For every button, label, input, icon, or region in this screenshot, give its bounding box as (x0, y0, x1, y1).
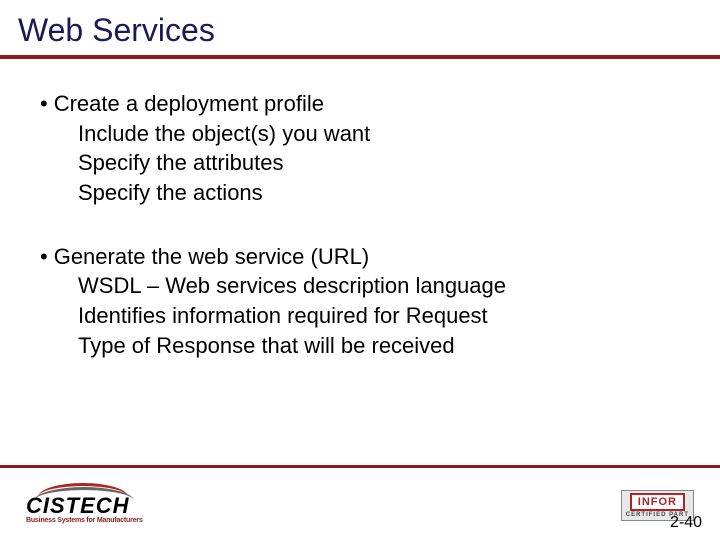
bullet-1-sub-1: Include the object(s) you want (40, 119, 680, 149)
content-area: • Create a deployment profile Include th… (0, 59, 720, 361)
bullet-1-sub-2: Specify the attributes (40, 148, 680, 178)
bullet-block-1: • Create a deployment profile Include th… (40, 89, 680, 208)
cistech-logo: CISTECH Business Systems for Manufacture… (26, 483, 166, 527)
cistech-tagline: Business Systems for Manufacturers (26, 517, 143, 524)
infor-name: INFOR (630, 493, 685, 511)
slide-title: Web Services (0, 0, 720, 53)
footer-divider (0, 465, 720, 468)
bullet-head-1: • Create a deployment profile (40, 89, 680, 119)
bullet-block-2: • Generate the web service (URL) WSDL – … (40, 242, 680, 361)
bullet-head-2: • Generate the web service (URL) (40, 242, 680, 272)
bullet-2-text: Generate the web service (URL) (54, 242, 369, 272)
bullet-2-sub-3: Type of Response that will be received (40, 331, 680, 361)
page-number: 2-40 (670, 514, 702, 532)
bullet-2-sub-1: WSDL – Web services description language (40, 271, 680, 301)
bullet-2-sub-2: Identifies information required for Requ… (40, 301, 680, 331)
bullet-dot-icon: • (40, 89, 48, 119)
bullet-1-text: Create a deployment profile (54, 89, 324, 119)
bullet-dot-icon: • (40, 242, 48, 272)
bullet-1-sub-3: Specify the actions (40, 178, 680, 208)
cistech-name: CISTECH (26, 493, 130, 519)
footer: CISTECH Business Systems for Manufacture… (0, 470, 720, 540)
